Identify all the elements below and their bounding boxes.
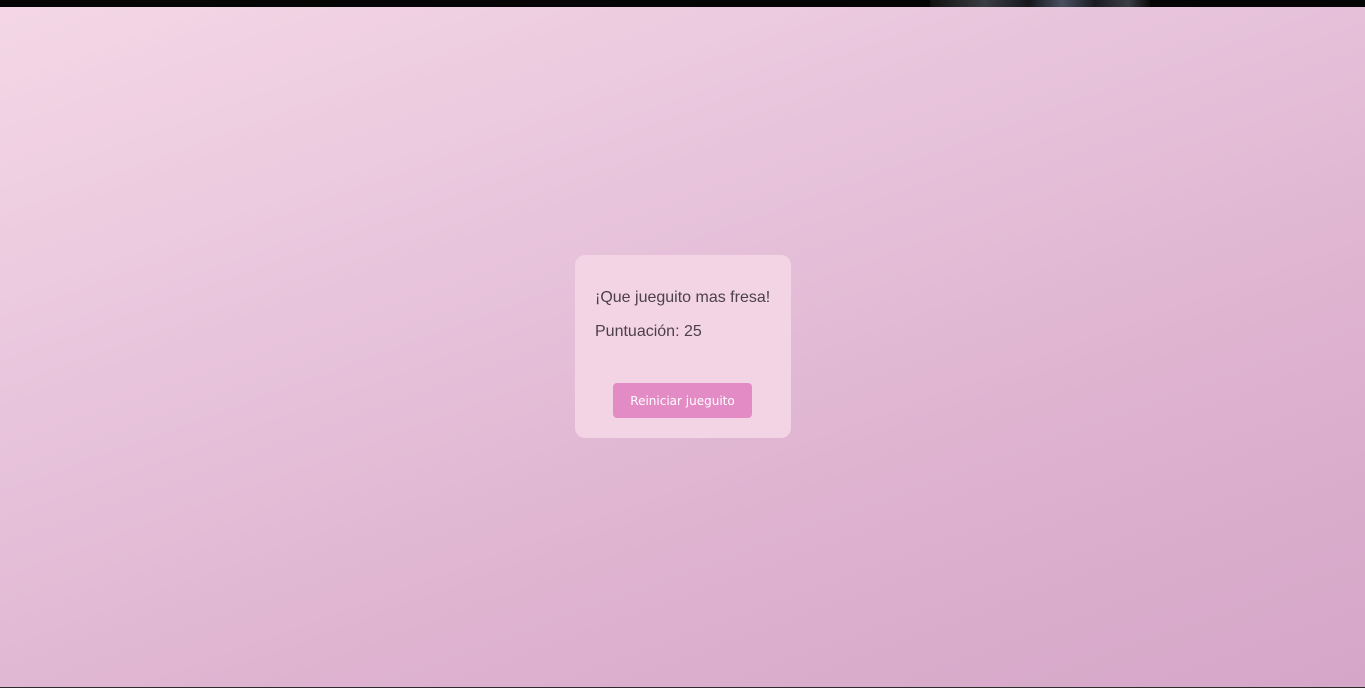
restart-button[interactable]: Reiniciar jueguito (613, 383, 752, 418)
game-area: ¡Que jueguito mas fresa! Puntuación: 25 … (0, 7, 1365, 687)
score-label: Puntuación: (595, 323, 680, 340)
desktop-top-strip (0, 0, 1365, 7)
result-message: ¡Que jueguito mas fresa! (595, 289, 771, 306)
score-display: Puntuación: 25 (595, 322, 771, 342)
result-card: ¡Que jueguito mas fresa! Puntuación: 25 … (575, 255, 791, 438)
wallpaper-peek (930, 0, 1150, 7)
score-value: 25 (683, 323, 702, 340)
